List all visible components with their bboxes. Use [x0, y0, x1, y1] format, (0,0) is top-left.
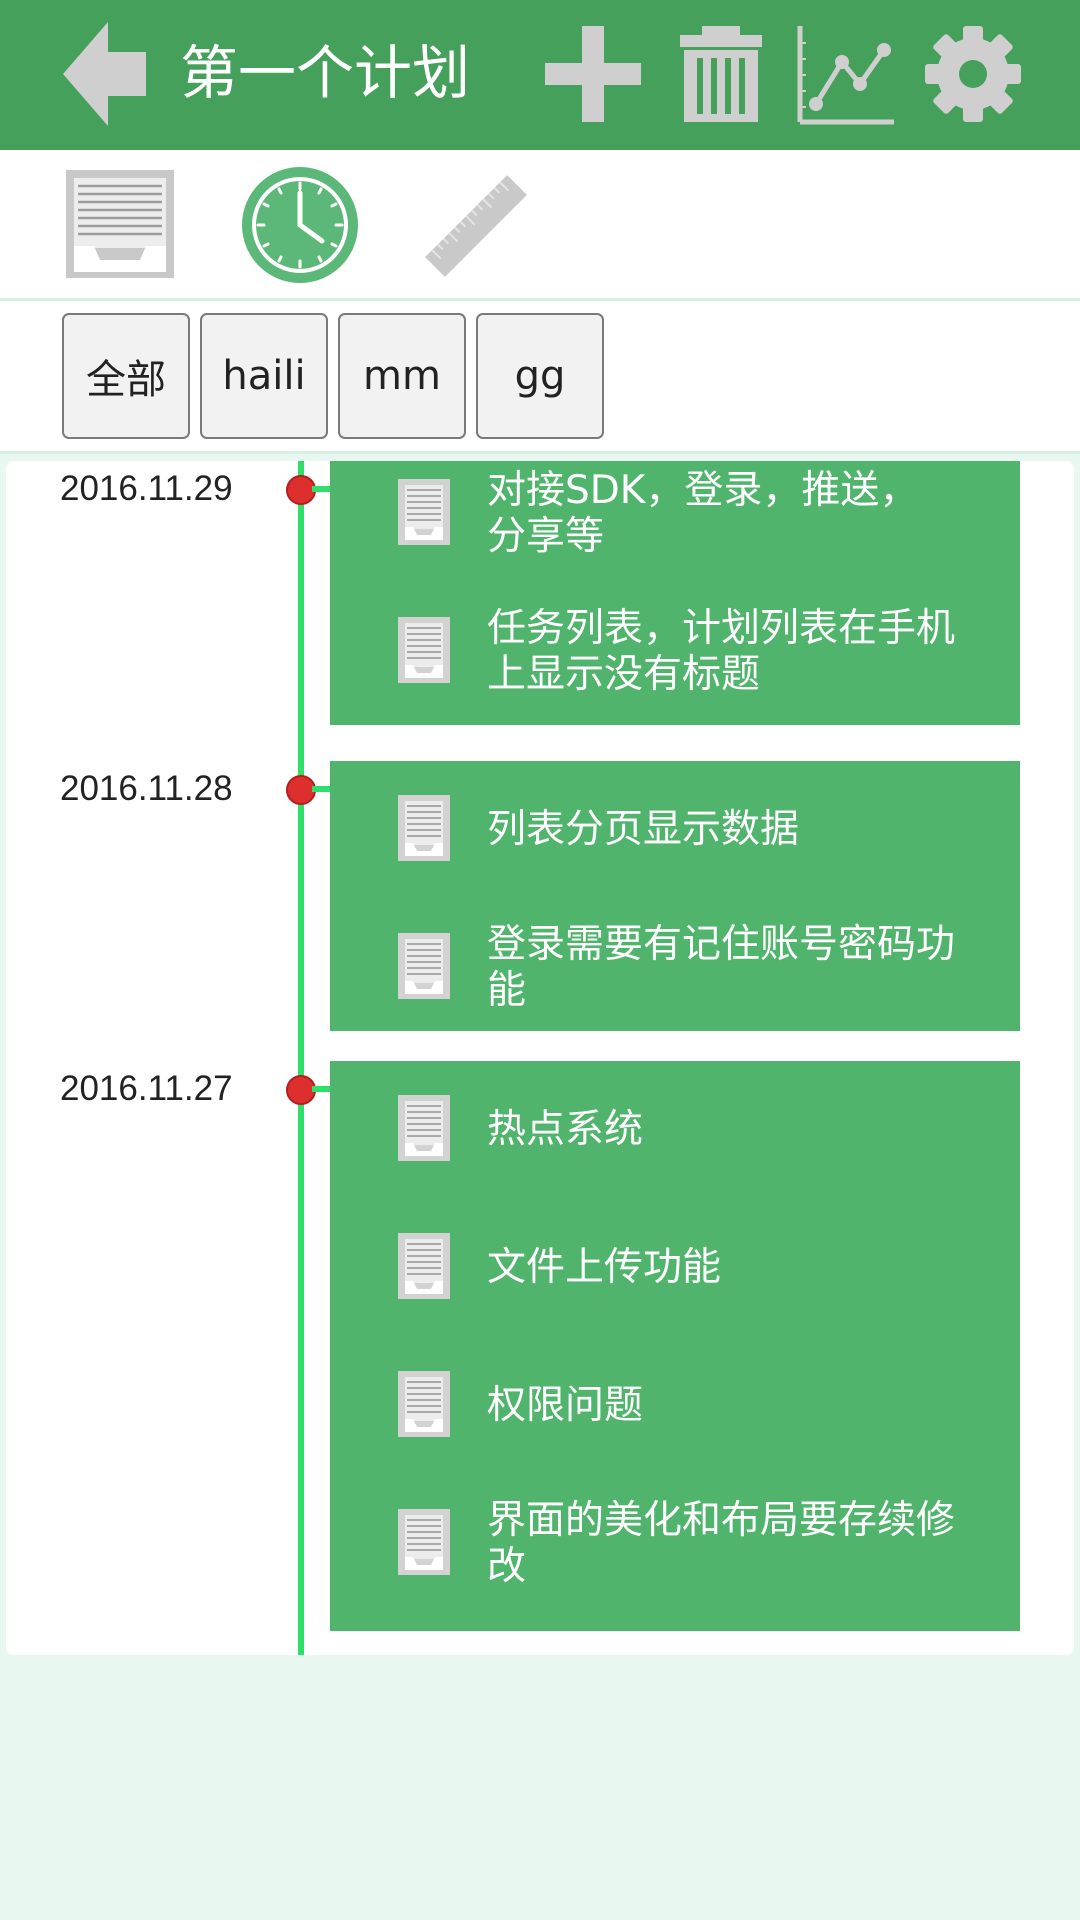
- document-tray-icon: [398, 795, 450, 861]
- task-title: 权限问题: [487, 1383, 644, 1428]
- member-filter-bar: 全部 haili mm gg: [0, 301, 1080, 454]
- task-item[interactable]: 热点系统: [330, 1061, 1020, 1199]
- task-title: 界面的美化和布局要存续修改: [487, 1498, 956, 1589]
- task-item[interactable]: 对接SDK，登录，推送，分享等: [330, 445, 1020, 583]
- document-tray-icon: [398, 1095, 450, 1161]
- ruler-icon[interactable]: [420, 170, 532, 282]
- task-item[interactable]: 列表分页显示数据: [330, 761, 1020, 899]
- task-item[interactable]: 任务列表，计划列表在手机上显示没有标题: [330, 583, 1020, 721]
- date-label: 2016.11.29: [60, 469, 233, 508]
- document-tray-icon: [398, 1509, 450, 1575]
- filter-mm-button[interactable]: mm: [338, 313, 466, 439]
- filter-haili-button[interactable]: haili: [200, 313, 328, 439]
- back-arrow-icon[interactable]: [58, 18, 168, 130]
- chart-icon[interactable]: [792, 18, 902, 130]
- add-icon[interactable]: [538, 18, 648, 130]
- task-title: 热点系统: [487, 1107, 644, 1152]
- task-title: 登录需要有记住账号密码功能: [487, 922, 956, 1013]
- task-item[interactable]: 登录需要有记住账号密码功能: [330, 899, 1020, 1037]
- timeline-line: [298, 461, 304, 1655]
- document-tray-icon: [398, 1371, 450, 1437]
- document-tray-icon: [398, 1233, 450, 1299]
- page-title: 第一个计划: [180, 39, 471, 107]
- task-card: 列表分页显示数据 登录需要有记住账号密码功能: [330, 761, 1020, 1031]
- document-tray-icon: [398, 479, 450, 545]
- filter-gg-button[interactable]: gg: [476, 313, 604, 439]
- task-card: 热点系统 文件上传功能 权限问题 界面的美化和布局要存续修改: [330, 1061, 1020, 1631]
- filter-all-button[interactable]: 全部: [62, 313, 190, 439]
- date-label: 2016.11.28: [60, 769, 233, 808]
- task-title: 任务列表，计划列表在手机上显示没有标题: [487, 606, 956, 697]
- task-title: 文件上传功能: [487, 1245, 722, 1290]
- document-tray-icon: [398, 617, 450, 683]
- document-tray-icon: [398, 933, 450, 999]
- task-title: 列表分页显示数据: [487, 807, 800, 852]
- clock-icon[interactable]: [240, 165, 360, 285]
- task-item[interactable]: 界面的美化和布局要存续修改: [330, 1475, 1020, 1613]
- gear-icon[interactable]: [918, 18, 1028, 130]
- task-card: 对接SDK，登录，推送，分享等 任务列表，计划列表在手机上显示没有标题: [330, 461, 1020, 725]
- task-item[interactable]: 文件上传功能: [330, 1199, 1020, 1337]
- document-tray-icon[interactable]: [66, 170, 174, 280]
- task-timeline: 2016.11.29 对接SDK，登录，推送，分享等 任务列表，计划列表在手机上…: [6, 461, 1074, 1655]
- app-header: 第一个计划: [0, 0, 1080, 150]
- view-mode-bar: [0, 150, 1080, 301]
- trash-icon[interactable]: [666, 18, 776, 130]
- date-label: 2016.11.27: [60, 1069, 233, 1108]
- task-item[interactable]: 权限问题: [330, 1337, 1020, 1475]
- task-title: 对接SDK，登录，推送，分享等: [487, 468, 919, 559]
